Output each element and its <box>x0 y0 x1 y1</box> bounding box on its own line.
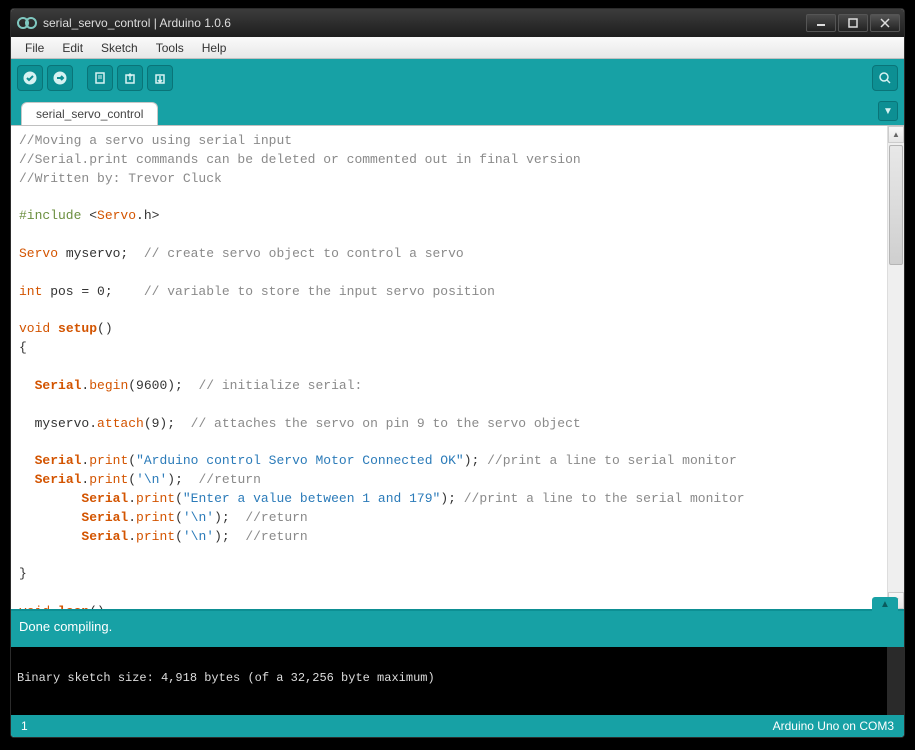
compile-status: Done compiling. <box>19 619 112 634</box>
preproc: #include <box>19 208 81 223</box>
menu-help[interactable]: Help <box>194 39 235 57</box>
comment: //Written by: Trevor Cluck <box>19 171 222 186</box>
arduino-logo-icon <box>17 16 37 30</box>
titlebar[interactable]: serial_servo_control | Arduino 1.0.6 <box>11 9 904 37</box>
open-sketch-button[interactable] <box>117 65 143 91</box>
menu-edit[interactable]: Edit <box>54 39 91 57</box>
verify-button[interactable] <box>17 65 43 91</box>
console-scrollbar[interactable] <box>887 647 904 715</box>
scroll-thumb[interactable] <box>889 145 903 265</box>
console-expand-icon[interactable]: ▲ <box>872 597 898 611</box>
console-output[interactable]: Binary sketch size: 4,918 bytes (of a 32… <box>11 647 904 715</box>
new-sketch-button[interactable] <box>87 65 113 91</box>
console-line: Binary sketch size: 4,918 bytes (of a 32… <box>17 671 898 685</box>
editor-scrollbar[interactable]: ▲ ▼ <box>887 126 904 609</box>
scroll-track[interactable] <box>888 143 904 592</box>
menu-bar: File Edit Sketch Tools Help <box>11 37 904 59</box>
editor-area: //Moving a servo using serial input //Se… <box>11 125 904 609</box>
line-number: 1 <box>21 719 51 733</box>
comment: //Moving a servo using serial input <box>19 133 292 148</box>
comment: //Serial.print commands can be deleted o… <box>19 152 581 167</box>
board-info: Arduino Uno on COM3 <box>773 719 894 733</box>
tab-row: serial_servo_control ▼ <box>11 97 904 125</box>
menu-sketch[interactable]: Sketch <box>93 39 146 57</box>
serial-monitor-button[interactable] <box>872 65 898 91</box>
code-editor[interactable]: //Moving a servo using serial input //Se… <box>11 126 887 609</box>
maximize-button[interactable] <box>838 14 868 32</box>
status-bar: ▲ Done compiling. <box>11 609 904 647</box>
bottom-bar: 1 Arduino Uno on COM3 <box>11 715 904 737</box>
window-title: serial_servo_control | Arduino 1.0.6 <box>43 16 806 30</box>
upload-button[interactable] <box>47 65 73 91</box>
minimize-button[interactable] <box>806 14 836 32</box>
tab-sketch[interactable]: serial_servo_control <box>21 102 158 125</box>
toolbar <box>11 59 904 97</box>
menu-tools[interactable]: Tools <box>148 39 192 57</box>
scroll-up-icon[interactable]: ▲ <box>888 126 904 143</box>
menu-file[interactable]: File <box>17 39 52 57</box>
tab-menu-button[interactable]: ▼ <box>878 101 898 121</box>
app-window: serial_servo_control | Arduino 1.0.6 Fil… <box>10 8 905 738</box>
close-button[interactable] <box>870 14 900 32</box>
save-sketch-button[interactable] <box>147 65 173 91</box>
